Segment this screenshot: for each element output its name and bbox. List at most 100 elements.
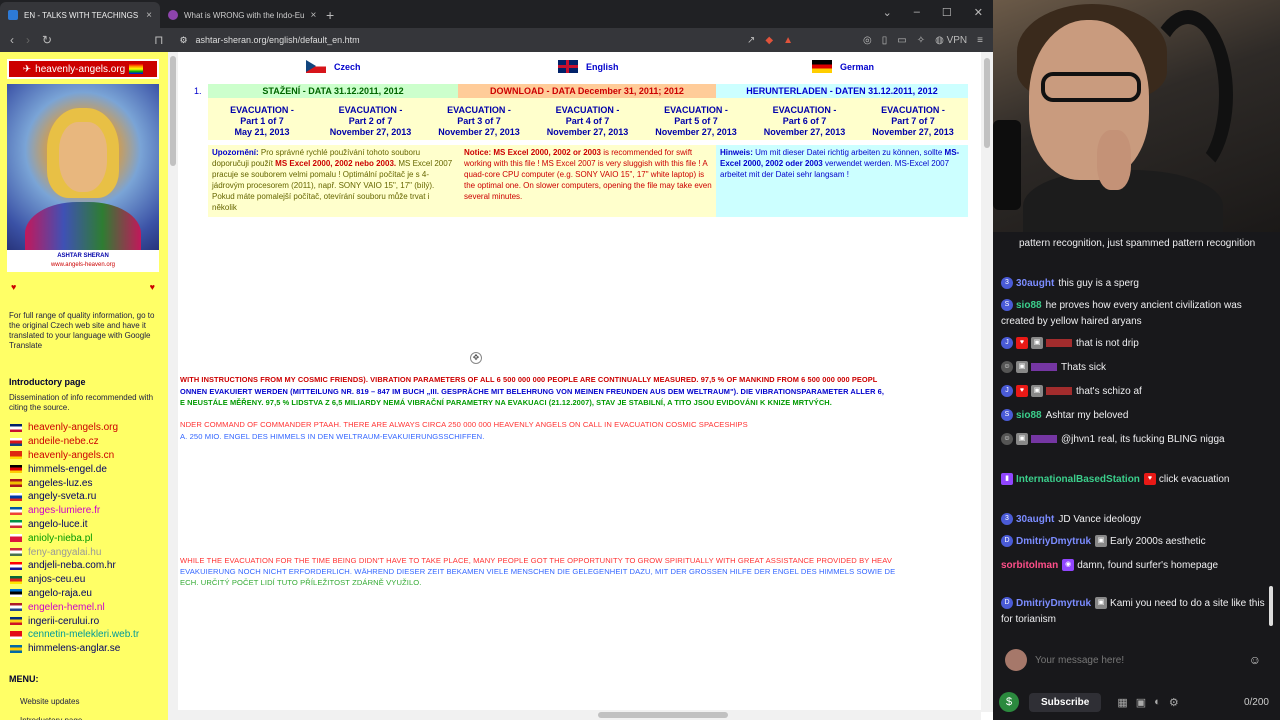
chat-username[interactable]: DmitriyDmytruk (1016, 598, 1091, 609)
chat-username[interactable]: sorbitolman (1001, 560, 1058, 571)
bookmark-icon[interactable]: ⊓ (154, 33, 163, 47)
forward-icon[interactable]: › (26, 33, 30, 47)
chat-input[interactable]: Your message here! ☺ (999, 646, 1267, 674)
chat-username[interactable]: DmitriyDmytruk (1016, 536, 1091, 547)
mirror-site-link[interactable]: cennetin-melekleri.web.tr (28, 629, 139, 640)
tab-search-icon[interactable]: ⌄ (883, 6, 892, 19)
mirror-site-link[interactable]: anjos-ceu.eu (28, 574, 85, 585)
share-icon[interactable]: ↗ (747, 35, 755, 46)
evacuation-part-link[interactable]: EVACUATION - Part 1 of 7 May 21, 2013 (208, 105, 316, 138)
mirror-site-link[interactable]: heavenly-angels.cn (28, 450, 114, 461)
menu-item[interactable]: Website updates (20, 692, 82, 711)
mirror-site-item[interactable]: angelo-raja.eu (10, 587, 166, 601)
mirror-site-item[interactable]: anioly-nieba.pl (10, 531, 166, 545)
settings-icon[interactable]: ⚙ (1169, 696, 1179, 709)
horizontal-scrollbar[interactable] (178, 710, 981, 720)
emote-icon[interactable]: ▣ (1136, 696, 1146, 709)
evacuation-part-link[interactable]: EVACUATION - Part 5 of 7 November 27, 2013 (642, 105, 750, 138)
evacuation-part-link[interactable]: EVACUATION - Part 6 of 7 November 27, 2013 (751, 105, 859, 138)
chat-username[interactable]: sio88 (1016, 300, 1042, 311)
mirror-site-item[interactable]: angeles-luz.es (10, 476, 166, 490)
back-icon[interactable]: ‹ (10, 33, 14, 47)
chat-username-redacted[interactable] (1031, 435, 1057, 444)
page-scrollbar[interactable] (981, 52, 993, 712)
language-german[interactable]: German (812, 60, 874, 73)
mirror-site-item[interactable]: cennetin-melekleri.web.tr (10, 628, 166, 642)
mirror-site-item[interactable]: himmels-engel.de (10, 462, 166, 476)
language-czech[interactable]: Czech (306, 60, 361, 73)
gift-icon[interactable]: ▦ (1117, 696, 1127, 709)
mirror-site-link[interactable]: himmels-engel.de (28, 464, 107, 475)
minimize-icon[interactable]: – (914, 6, 920, 19)
evacuation-part-link[interactable]: EVACUATION - Part 7 of 7 November 27, 2013 (859, 105, 967, 138)
mirror-site-link[interactable]: anges-lumiere.fr (28, 505, 100, 516)
vpn-icon[interactable]: ◍ VPN (935, 35, 967, 46)
mirror-site-link[interactable]: anioly-nieba.pl (28, 533, 93, 544)
chat-username-redacted[interactable] (1031, 363, 1057, 372)
maximize-icon[interactable]: ☐ (942, 6, 952, 19)
download-german[interactable]: HERUNTERLADEN - DATEN 31.12.2011, 2012 (716, 84, 968, 98)
sidebar-icon[interactable]: ▯ (882, 35, 888, 46)
mirror-site-item[interactable]: angelo-luce.it (10, 518, 166, 532)
close-tab-icon[interactable]: × (146, 10, 152, 21)
leo-icon[interactable]: ✧ (917, 35, 925, 46)
mirror-site-link[interactable]: angelo-raja.eu (28, 588, 92, 599)
shield-icon[interactable]: ◆ (765, 35, 773, 46)
emoji-icon[interactable]: ☺ (1249, 653, 1261, 667)
close-tab-icon[interactable]: × (310, 10, 316, 21)
mirror-site-item[interactable]: ingerii-cerului.ro (10, 614, 166, 628)
mirror-site-link[interactable]: feny-angyalai.hu (28, 547, 101, 558)
chat-scrollbar[interactable] (1269, 236, 1273, 636)
mirror-site-item[interactable]: andeile-nebe.cz (10, 435, 166, 449)
mirror-site-item[interactable]: himmelens-anglar.se (10, 642, 166, 656)
chat-username-redacted[interactable] (1046, 339, 1072, 348)
menu-item[interactable]: Introductory page (20, 711, 82, 720)
mirror-site-item[interactable]: anges-lumiere.fr (10, 504, 166, 518)
intro-title[interactable]: Introductory page (9, 377, 86, 387)
mirror-site-link[interactable]: engelen-hemel.nl (28, 602, 105, 613)
download-czech[interactable]: STAŽENÍ - DATA 31.12.2011, 2012 (208, 84, 458, 98)
site-logo[interactable]: ✈ heavenly-angels.org (7, 59, 159, 79)
chat-username[interactable]: InternationalBasedStation (1016, 474, 1140, 485)
reload-icon[interactable]: ↻ (42, 33, 52, 47)
close-window-icon[interactable]: ✕ (974, 6, 983, 19)
mirror-site-link[interactable]: heavenly-angels.org (28, 422, 118, 433)
mirror-site-item[interactable]: engelen-hemel.nl (10, 600, 166, 614)
mirror-site-link[interactable]: angeles-luz.es (28, 478, 92, 489)
extension-icon[interactable]: ▲ (783, 35, 793, 46)
mirror-site-link[interactable]: himmelens-anglar.se (28, 643, 120, 654)
user-icon[interactable]: ◐ (1154, 696, 1161, 709)
site-info-icon[interactable]: ⚙ (179, 35, 187, 46)
evacuation-part-link[interactable]: EVACUATION - Part 4 of 7 November 27, 2013 (534, 105, 642, 138)
mirror-site-item[interactable]: heavenly-angels.cn (10, 449, 166, 463)
chat-username[interactable]: 30aught (1016, 514, 1054, 525)
subscribe-button[interactable]: Subscribe (1029, 692, 1102, 712)
mirror-site-link[interactable]: angelo-luce.it (28, 519, 87, 530)
mirror-site-link[interactable]: andeile-nebe.cz (28, 436, 99, 447)
mirror-site-link[interactable]: andjeli-neba.com.hr (28, 560, 116, 571)
evacuation-part-link[interactable]: EVACUATION - Part 3 of 7 November 27, 2013 (425, 105, 533, 138)
chat-username[interactable]: sio88 (1016, 410, 1042, 421)
flag-icon (10, 506, 22, 515)
snapshot-icon[interactable]: ◎ (863, 35, 872, 46)
chat-username-redacted[interactable] (1046, 387, 1072, 396)
tab-inactive[interactable]: What is WRONG with the Indo-Eu × (160, 2, 320, 28)
mirror-site-item[interactable]: andjeli-neba.com.hr (10, 559, 166, 573)
download-english[interactable]: DOWNLOAD - DATA December 31, 2011; 2012 (458, 84, 716, 98)
sidebar-scrollbar[interactable] (168, 52, 178, 720)
evacuation-part-link[interactable]: EVACUATION - Part 2 of 7 November 27, 2013 (317, 105, 425, 138)
mirror-site-item[interactable]: feny-angyalai.hu (10, 545, 166, 559)
dollar-icon[interactable]: $ (999, 692, 1019, 712)
mirror-site-item[interactable]: heavenly-angels.org (10, 421, 166, 435)
new-tab-icon[interactable]: + (326, 2, 334, 28)
mirror-site-item[interactable]: anjos-ceu.eu (10, 573, 166, 587)
wallet-icon[interactable]: ▭ (897, 35, 906, 46)
mirror-site-link[interactable]: ingerii-cerului.ro (28, 616, 99, 627)
tab-active[interactable]: EN - TALKS WITH TEACHINGS × (0, 2, 160, 28)
mirror-site-item[interactable]: angely-sveta.ru (10, 490, 166, 504)
menu-icon[interactable]: ≡ (977, 35, 983, 46)
url-field[interactable]: ⚙ ashtar-sheran.org/english/default_en.h… (179, 35, 735, 46)
language-english[interactable]: English (558, 60, 619, 73)
chat-username[interactable]: 30aught (1016, 278, 1054, 289)
mirror-site-link[interactable]: angely-sveta.ru (28, 491, 96, 502)
